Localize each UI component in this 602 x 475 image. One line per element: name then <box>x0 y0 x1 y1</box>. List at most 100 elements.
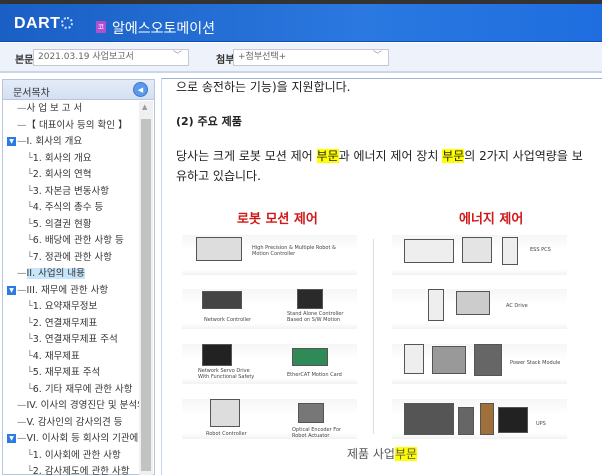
product-image <box>297 289 323 309</box>
toc-item[interactable]: └5. 의결권 현황 <box>3 217 140 234</box>
search-highlight: 부문 <box>442 149 465 163</box>
toc-title: 문서목차 <box>13 88 50 99</box>
product-image <box>404 344 424 374</box>
product-label: Network Servo Drive With Functional Safe… <box>198 368 255 380</box>
toc-item-label: 1. 회사의 개요 <box>32 152 92 164</box>
paragraph-text: 당사는 크게 로봇 모션 제어 부문과 에너지 제어 장치 부문의 2가지 사업… <box>176 149 583 163</box>
toc-item[interactable]: ▼ —I. 회사의 개요 <box>3 134 140 151</box>
toc-item[interactable]: └6. 기타 재무에 관한 사항 <box>3 382 140 399</box>
dart-logo[interactable]: DART <box>14 15 74 33</box>
product-image <box>458 407 474 435</box>
product-image <box>404 239 454 263</box>
product-label: High Precision & Multiple Robot & Motion… <box>252 245 336 257</box>
document-content: 으로 송전하는 기능)을 지원합니다. (2) 주요 제품 당사는 크게 로봇 … <box>161 78 602 475</box>
product-image <box>462 237 492 263</box>
scroll-up-icon[interactable]: ▲ <box>142 103 147 111</box>
company-name: 알에스오토메이션 <box>112 21 216 37</box>
toc-item-label: 5. 의결권 현황 <box>32 218 92 230</box>
toc-item-label: 5. 재무제표 주석 <box>32 367 101 378</box>
main-doc-label: 본문 <box>15 55 34 66</box>
figure-title-robot: 로봇 모션 제어 <box>237 212 318 227</box>
product-panel: Robot Controller Optical Encoder For Robo… <box>182 399 357 439</box>
product-label: UPS <box>536 421 546 427</box>
product-image <box>432 346 466 374</box>
expand-toggle-icon[interactable]: ▼ <box>7 137 16 146</box>
toc-item[interactable]: └4. 주식의 총수 등 <box>3 200 140 217</box>
toc-item[interactable]: ▼ —III. 재무에 관한 사항 <box>3 283 140 300</box>
toc-item[interactable]: └1. 요약재무정보 <box>3 299 140 316</box>
toc-item[interactable]: —II. 사업의 내용 <box>3 266 140 283</box>
product-image <box>498 407 528 433</box>
product-image <box>502 237 518 265</box>
attach-select[interactable]: +첨부선택+ ﹀ <box>233 49 389 66</box>
product-panel: Power Stack Module <box>392 344 567 384</box>
product-image <box>202 291 242 309</box>
scroll-thumb[interactable] <box>141 119 151 471</box>
search-highlight: 부문 <box>394 447 418 461</box>
toolbar: 본문 2021.03.19 사업보고서 ﹀ 첨부 +첨부선택+ ﹀ <box>0 43 602 73</box>
toc-item[interactable]: └2. 감사제도에 관한 사항 <box>3 464 140 475</box>
toc-item[interactable]: └7. 정관에 관한 사항 <box>3 250 140 267</box>
product-panel: Network Servo Drive With Functional Safe… <box>182 344 357 384</box>
kosdaq-badge: 코 <box>96 21 106 33</box>
product-image <box>474 344 502 376</box>
product-panel: AC Drive <box>392 289 567 329</box>
product-image <box>456 291 490 315</box>
logo-mark-icon <box>61 17 74 29</box>
toc-item[interactable]: └1. 회사의 개요 <box>3 151 140 168</box>
product-label: EtherCAT Motion Card <box>287 372 342 378</box>
search-highlight: 부문 <box>316 149 339 163</box>
toc-item-label: 2. 회사의 연혁 <box>32 169 92 180</box>
toc-item-label: VI. 이사회 등 회사의 기관에 관한 사항 <box>26 433 141 444</box>
toc-item-label: 2. 감사제도에 관한 사항 <box>32 466 130 475</box>
toc-item-label: I. 회사의 개요 <box>26 136 83 147</box>
toc-item[interactable]: ▼—VI. 이사회 등 회사의 기관에 관한 사항 <box>3 431 140 448</box>
toc-item-label: 사 업 보 고 서 <box>26 103 83 114</box>
toc-item[interactable]: └2. 회사의 연혁 <box>3 167 140 184</box>
toc-item-label: 2. 연결재무제표 <box>32 317 98 329</box>
paragraph-text: 유하고 있습니다. <box>176 169 261 183</box>
toc-item-label: II. 사업의 내용 <box>26 268 85 279</box>
product-image <box>298 403 324 423</box>
toc-item[interactable]: └1. 이사회에 관한 사항 <box>3 448 140 465</box>
toc-item-label: V. 감사인의 감사의견 등 <box>26 416 123 428</box>
toc-item[interactable]: —IV. 이사의 경영진단 및 분석의견 <box>3 398 140 415</box>
toc-item[interactable]: └2. 연결재무제표 <box>3 316 140 333</box>
toc-item[interactable]: └4. 재무제표 <box>3 349 140 366</box>
toc-item-label: 1. 요약재무정보 <box>32 301 98 312</box>
collapse-sidebar-button[interactable]: ◀ <box>133 82 148 97</box>
toc-item[interactable]: —V. 감사인의 감사의견 등 <box>3 415 140 432</box>
product-image <box>196 237 242 261</box>
logo-text: DART <box>14 15 61 32</box>
chevron-down-icon: ﹀ <box>172 51 182 61</box>
toc-item-label: 【 대표이사 등의 확인 】 <box>26 119 128 131</box>
product-label: Network Controller <box>204 317 252 323</box>
product-label: Stand Alone Controller Based on S/W Moti… <box>287 311 344 323</box>
product-label: Power Stack Module <box>510 360 561 366</box>
toc-item-label: 3. 연결재무제표 주석 <box>32 334 118 345</box>
toc-tree: —사 업 보 고 서 —【 대표이사 등의 확인 】 ▼ —I. 회사의 개요 └1. … <box>3 101 140 475</box>
product-image <box>202 344 232 366</box>
figure-divider <box>373 239 374 434</box>
toc-item[interactable]: └5. 재무제표 주석 <box>3 365 140 382</box>
figure-title-energy: 에너지 제어 <box>459 212 524 227</box>
toc-header: 문서목차 ◀ <box>3 80 154 100</box>
toc-item-label: 4. 재무제표 <box>32 350 80 362</box>
toc-item[interactable]: —【 대표이사 등의 확인 】 <box>3 118 140 135</box>
toc-item[interactable]: └3. 자본금 변동사항 <box>3 184 140 201</box>
main-doc-select[interactable]: 2021.03.19 사업보고서 ﹀ <box>33 49 189 66</box>
product-panel: UPS <box>392 399 567 439</box>
toc-sidebar: 문서목차 ◀ —사 업 보 고 서 —【 대표이사 등의 확인 】 ▼ —I. 회사의 … <box>2 79 155 475</box>
expand-toggle-icon[interactable]: ▼ <box>7 285 16 295</box>
toc-item[interactable]: —사 업 보 고 서 <box>3 101 140 118</box>
product-label: Optical Encoder For Robot Actuator <box>292 427 342 439</box>
toc-item[interactable]: └6. 배당에 관한 사항 등 <box>3 233 140 250</box>
toc-scrollbar[interactable]: ▲ <box>139 101 153 475</box>
chevron-down-icon: ﹀ <box>372 51 382 61</box>
toc-item[interactable]: └3. 연결재무제표 주석 <box>3 332 140 349</box>
section-title: (2) 주요 제품 <box>176 115 242 128</box>
product-image <box>428 289 444 321</box>
toc-item-label: III. 재무에 관한 사항 <box>26 284 109 296</box>
toc-item-label: 1. 이사회에 관한 사항 <box>32 449 121 461</box>
expand-toggle-icon[interactable]: ▼ <box>7 434 16 443</box>
